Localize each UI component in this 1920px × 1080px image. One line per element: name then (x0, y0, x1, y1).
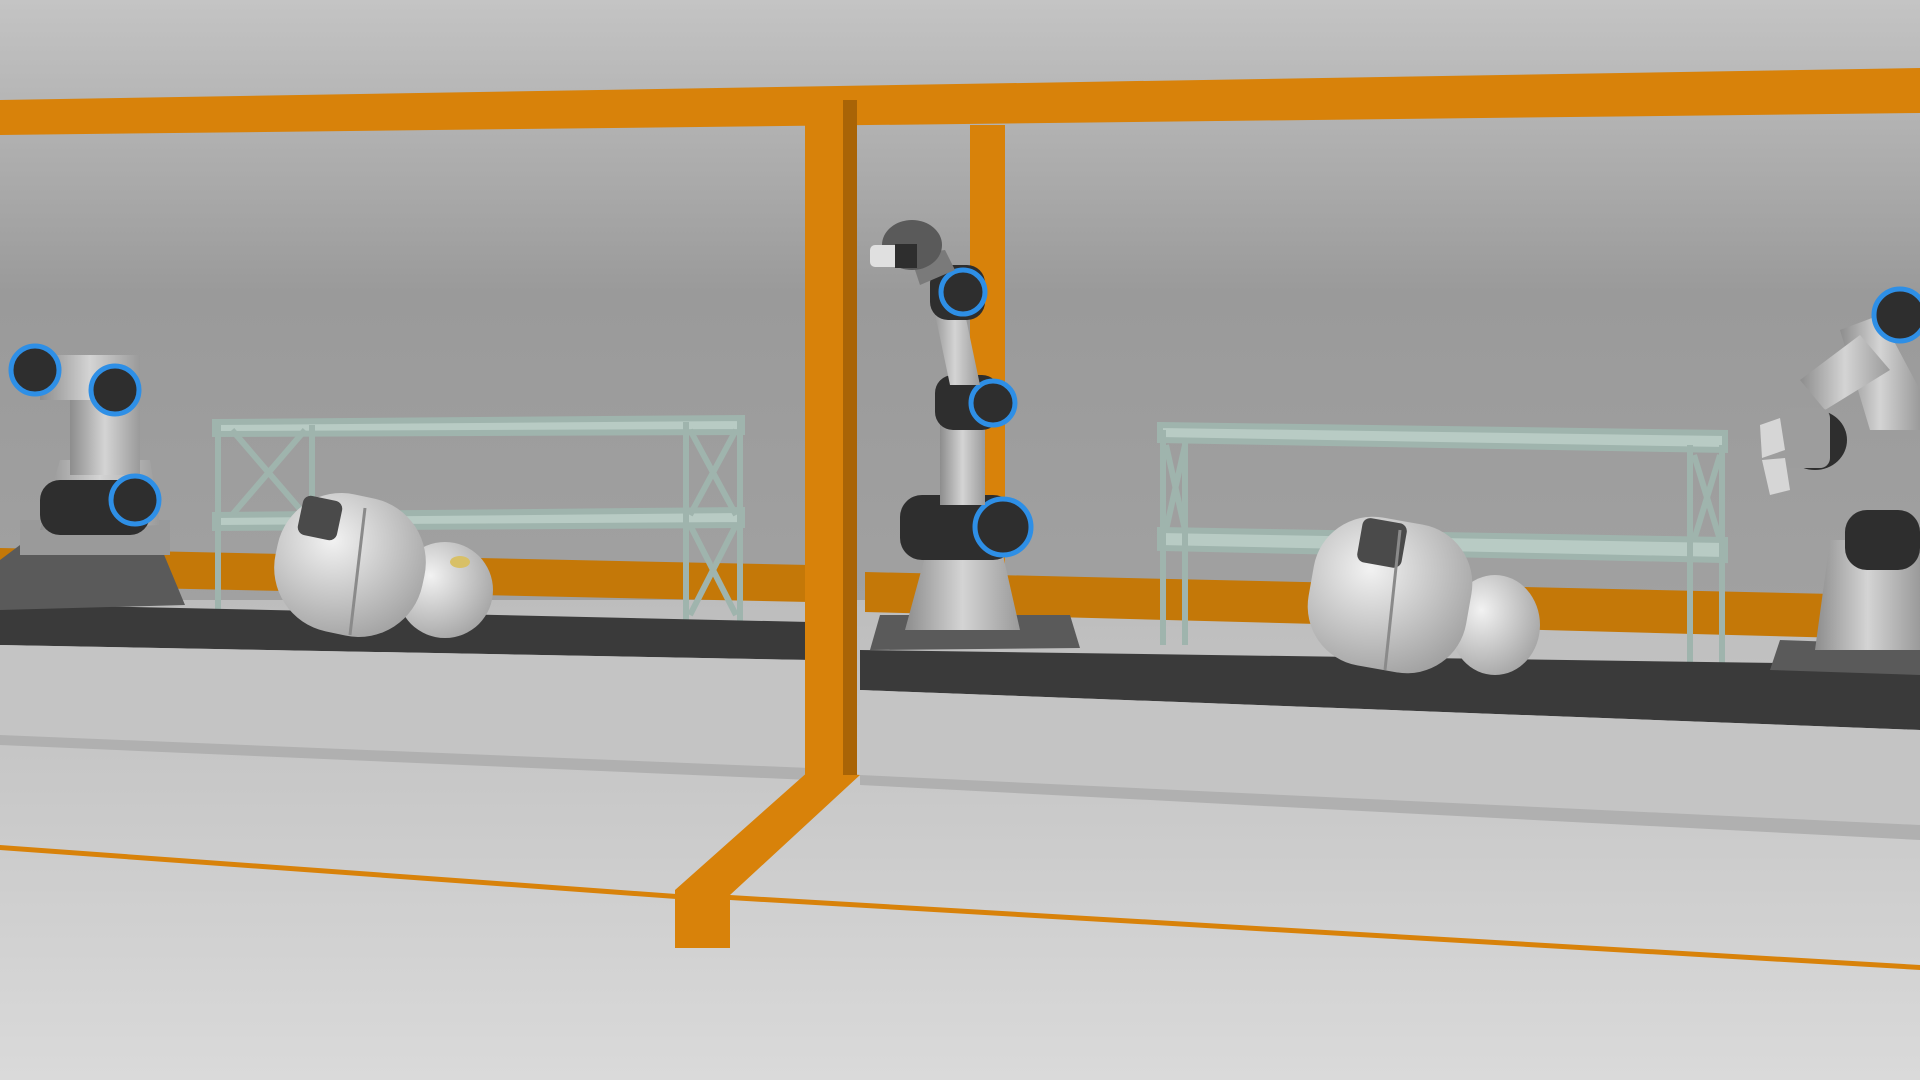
orange-pillar-front-shade (843, 100, 857, 775)
factory-scene (0, 0, 1920, 1080)
